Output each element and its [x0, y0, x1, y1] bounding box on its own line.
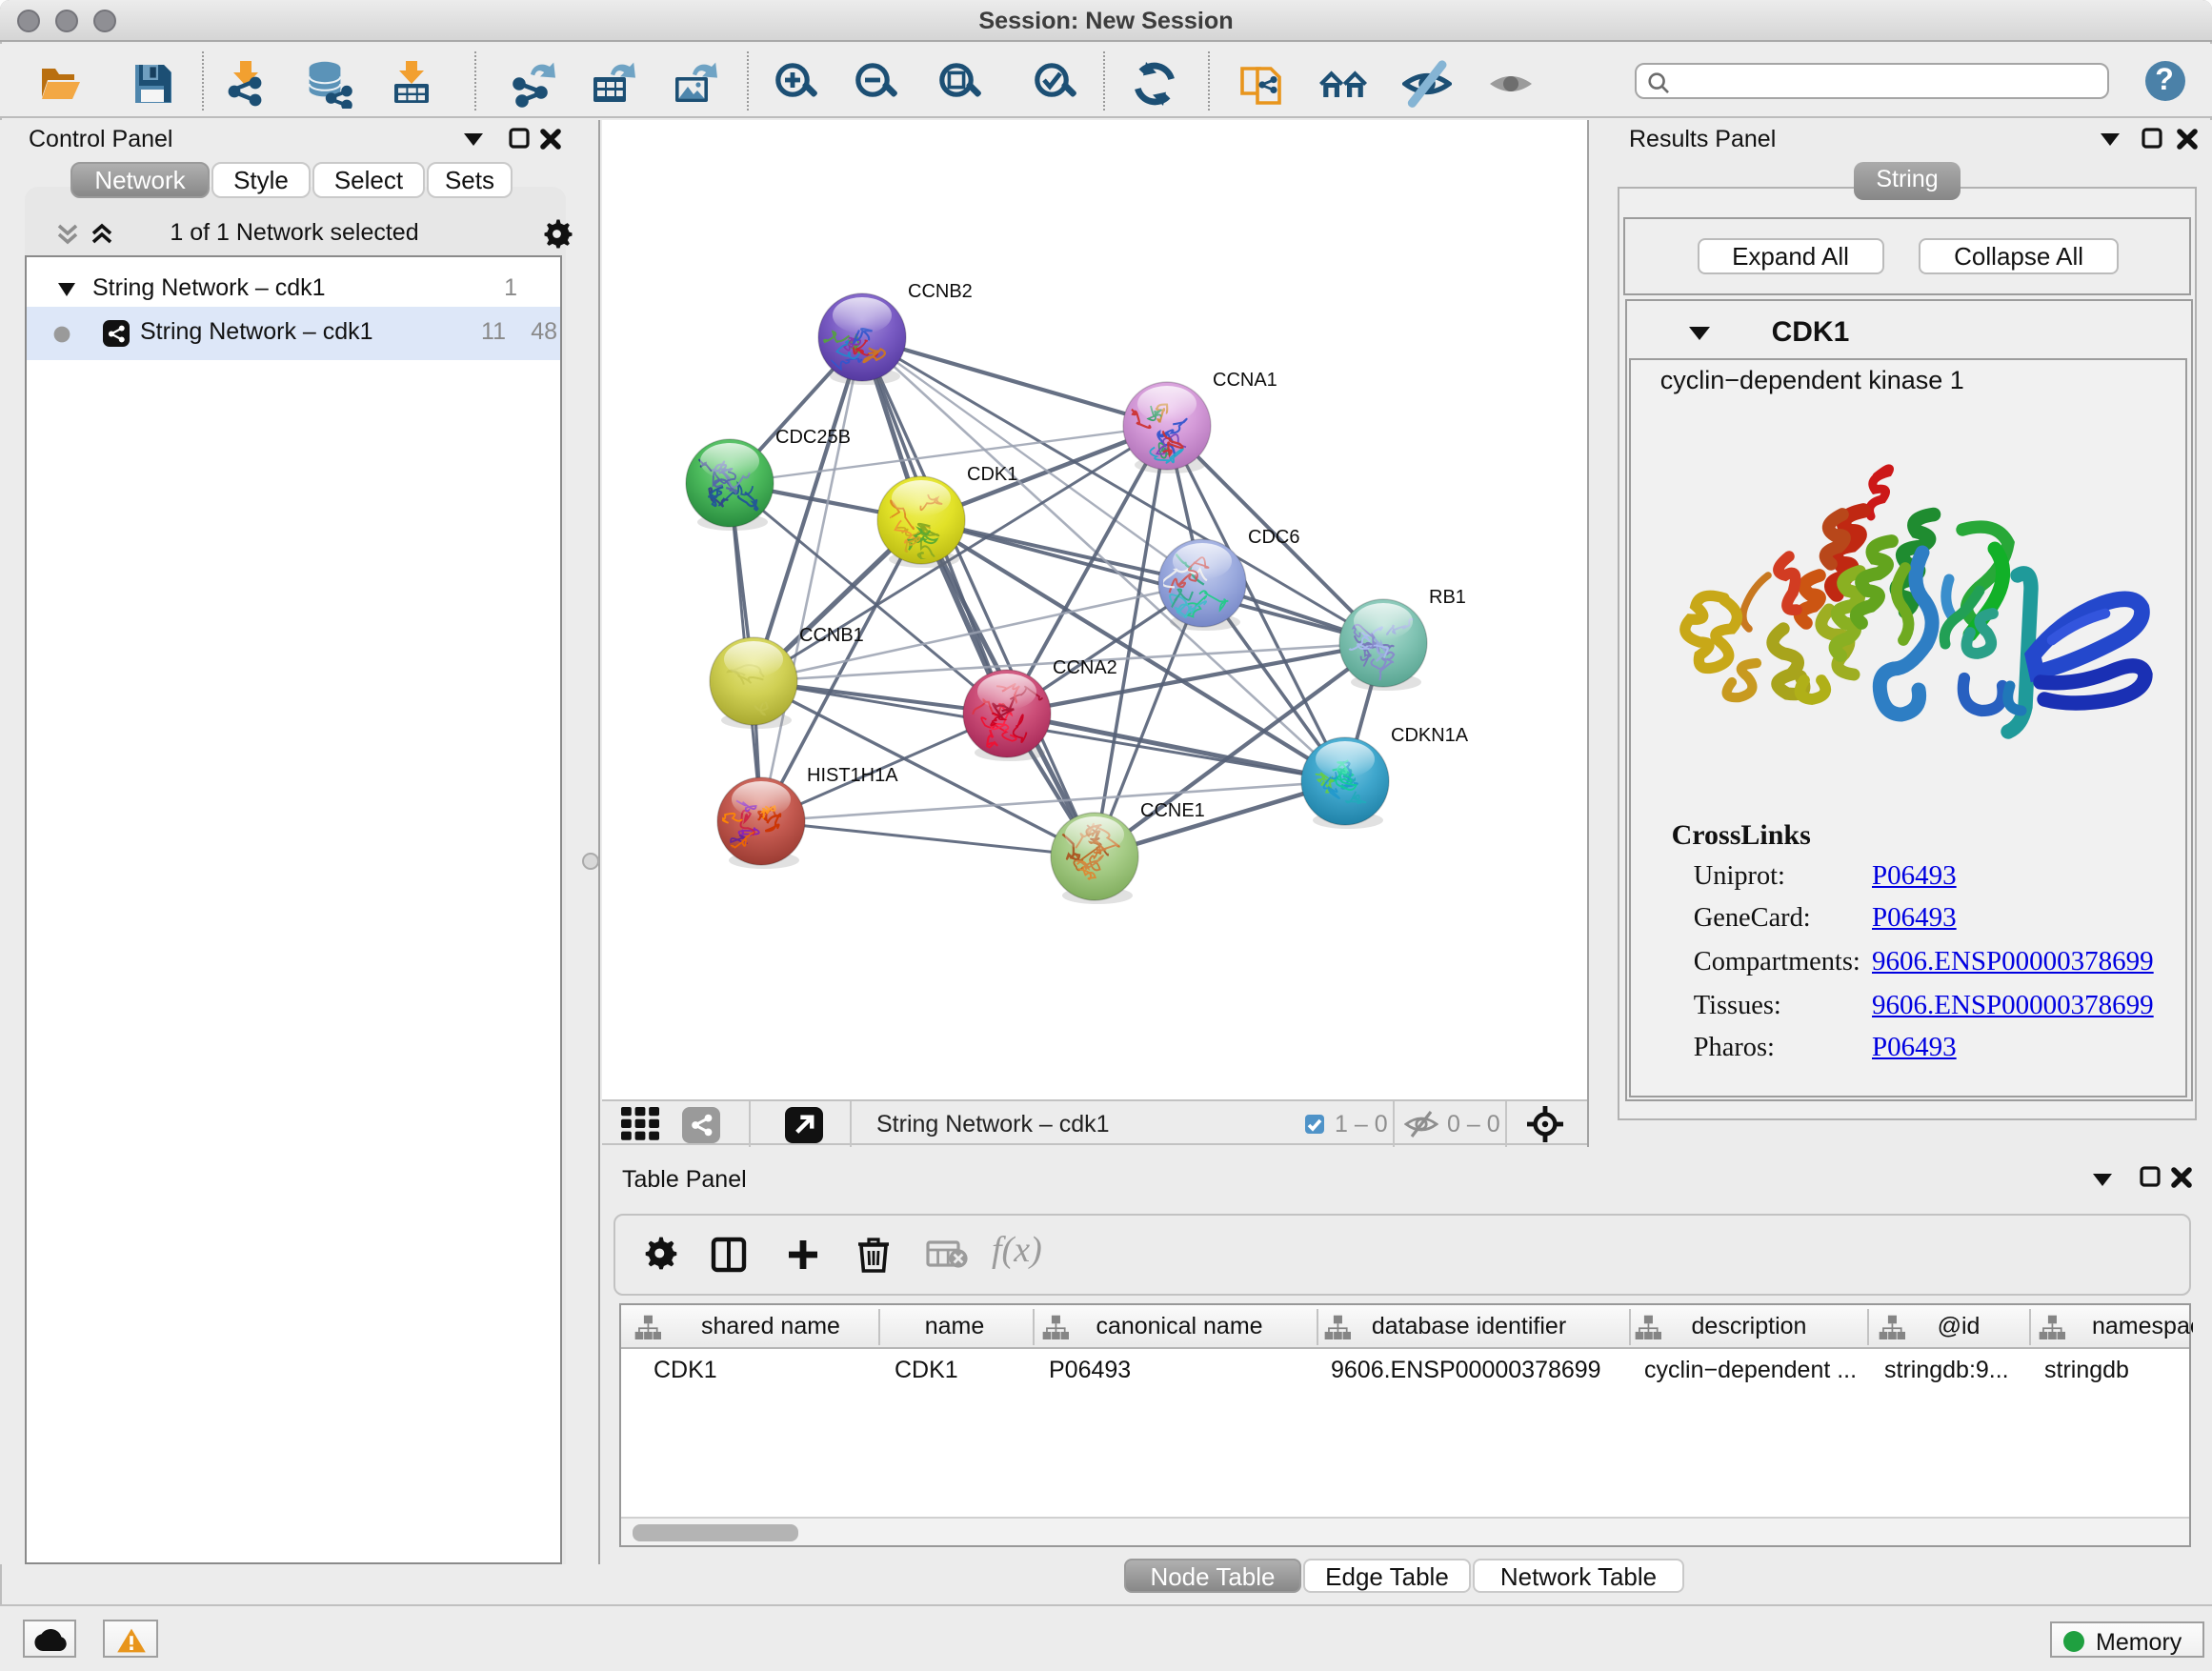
svg-text:CCNE1: CCNE1	[1139, 799, 1204, 820]
svg-text:CCNA2: CCNA2	[1052, 656, 1116, 677]
svg-text:CCNB2: CCNB2	[907, 280, 972, 301]
svg-text:CCNB1: CCNB1	[798, 624, 863, 645]
svg-text:RB1: RB1	[1428, 586, 1465, 607]
svg-text:CCNA1: CCNA1	[1212, 369, 1277, 390]
svg-text:HIST1H1A: HIST1H1A	[806, 764, 897, 785]
svg-text:CDC6: CDC6	[1247, 526, 1298, 547]
svg-text:CDKN1A: CDKN1A	[1390, 724, 1468, 745]
svg-text:CDC25B: CDC25B	[774, 426, 850, 447]
svg-text:CDK1: CDK1	[966, 463, 1016, 484]
